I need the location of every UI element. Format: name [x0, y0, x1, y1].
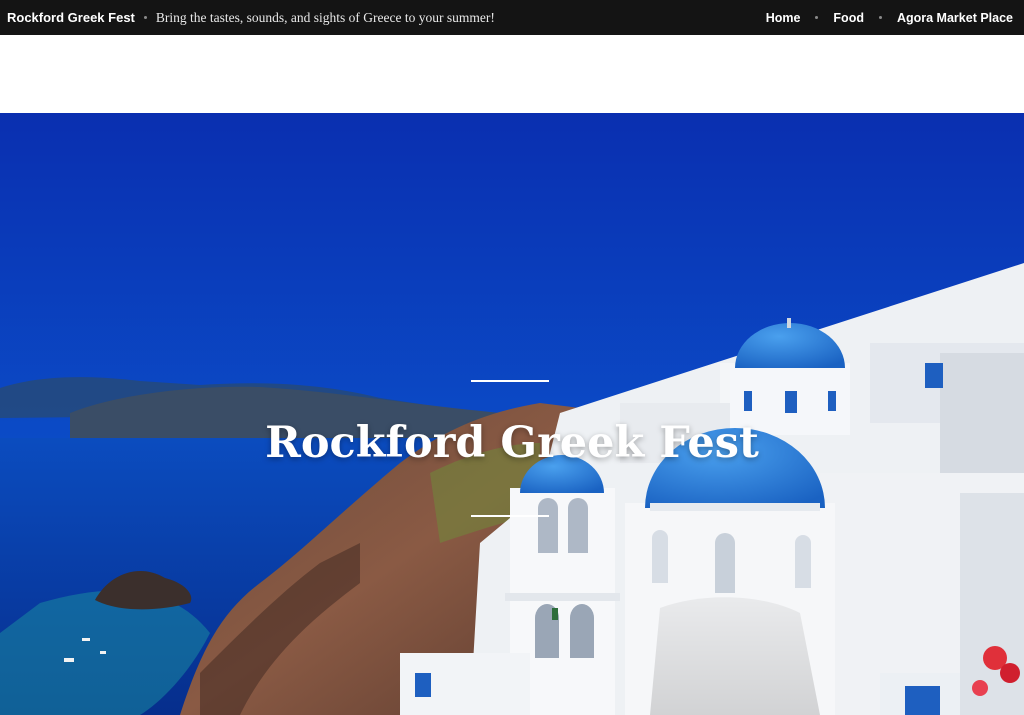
- nav-item-food[interactable]: Food: [833, 11, 864, 25]
- site-title-link[interactable]: Rockford Greek Fest: [7, 10, 135, 25]
- hero-banner: Rockford Greek Fest: [0, 113, 1024, 715]
- hero-background-image: [0, 113, 1024, 715]
- hero-divider-bottom: [471, 515, 549, 517]
- title-separator-dot: [143, 16, 147, 19]
- hero-divider-top: [471, 380, 549, 382]
- site-tagline: Bring the tastes, sounds, and sights of …: [155, 9, 495, 25]
- nav-separator-dot: [815, 16, 819, 19]
- main-menu: Home Food Agora Market Place: [766, 0, 1013, 35]
- nav-separator-dot: [878, 16, 882, 19]
- header-spacer: [0, 35, 1024, 113]
- nav-item-agora-market-place[interactable]: Agora Market Place: [897, 11, 1013, 25]
- top-navigation-bar: Rockford Greek Fest Bring the tastes, so…: [0, 0, 1024, 35]
- hero-title: Rockford Greek Fest: [265, 418, 759, 468]
- nav-item-home[interactable]: Home: [766, 11, 801, 25]
